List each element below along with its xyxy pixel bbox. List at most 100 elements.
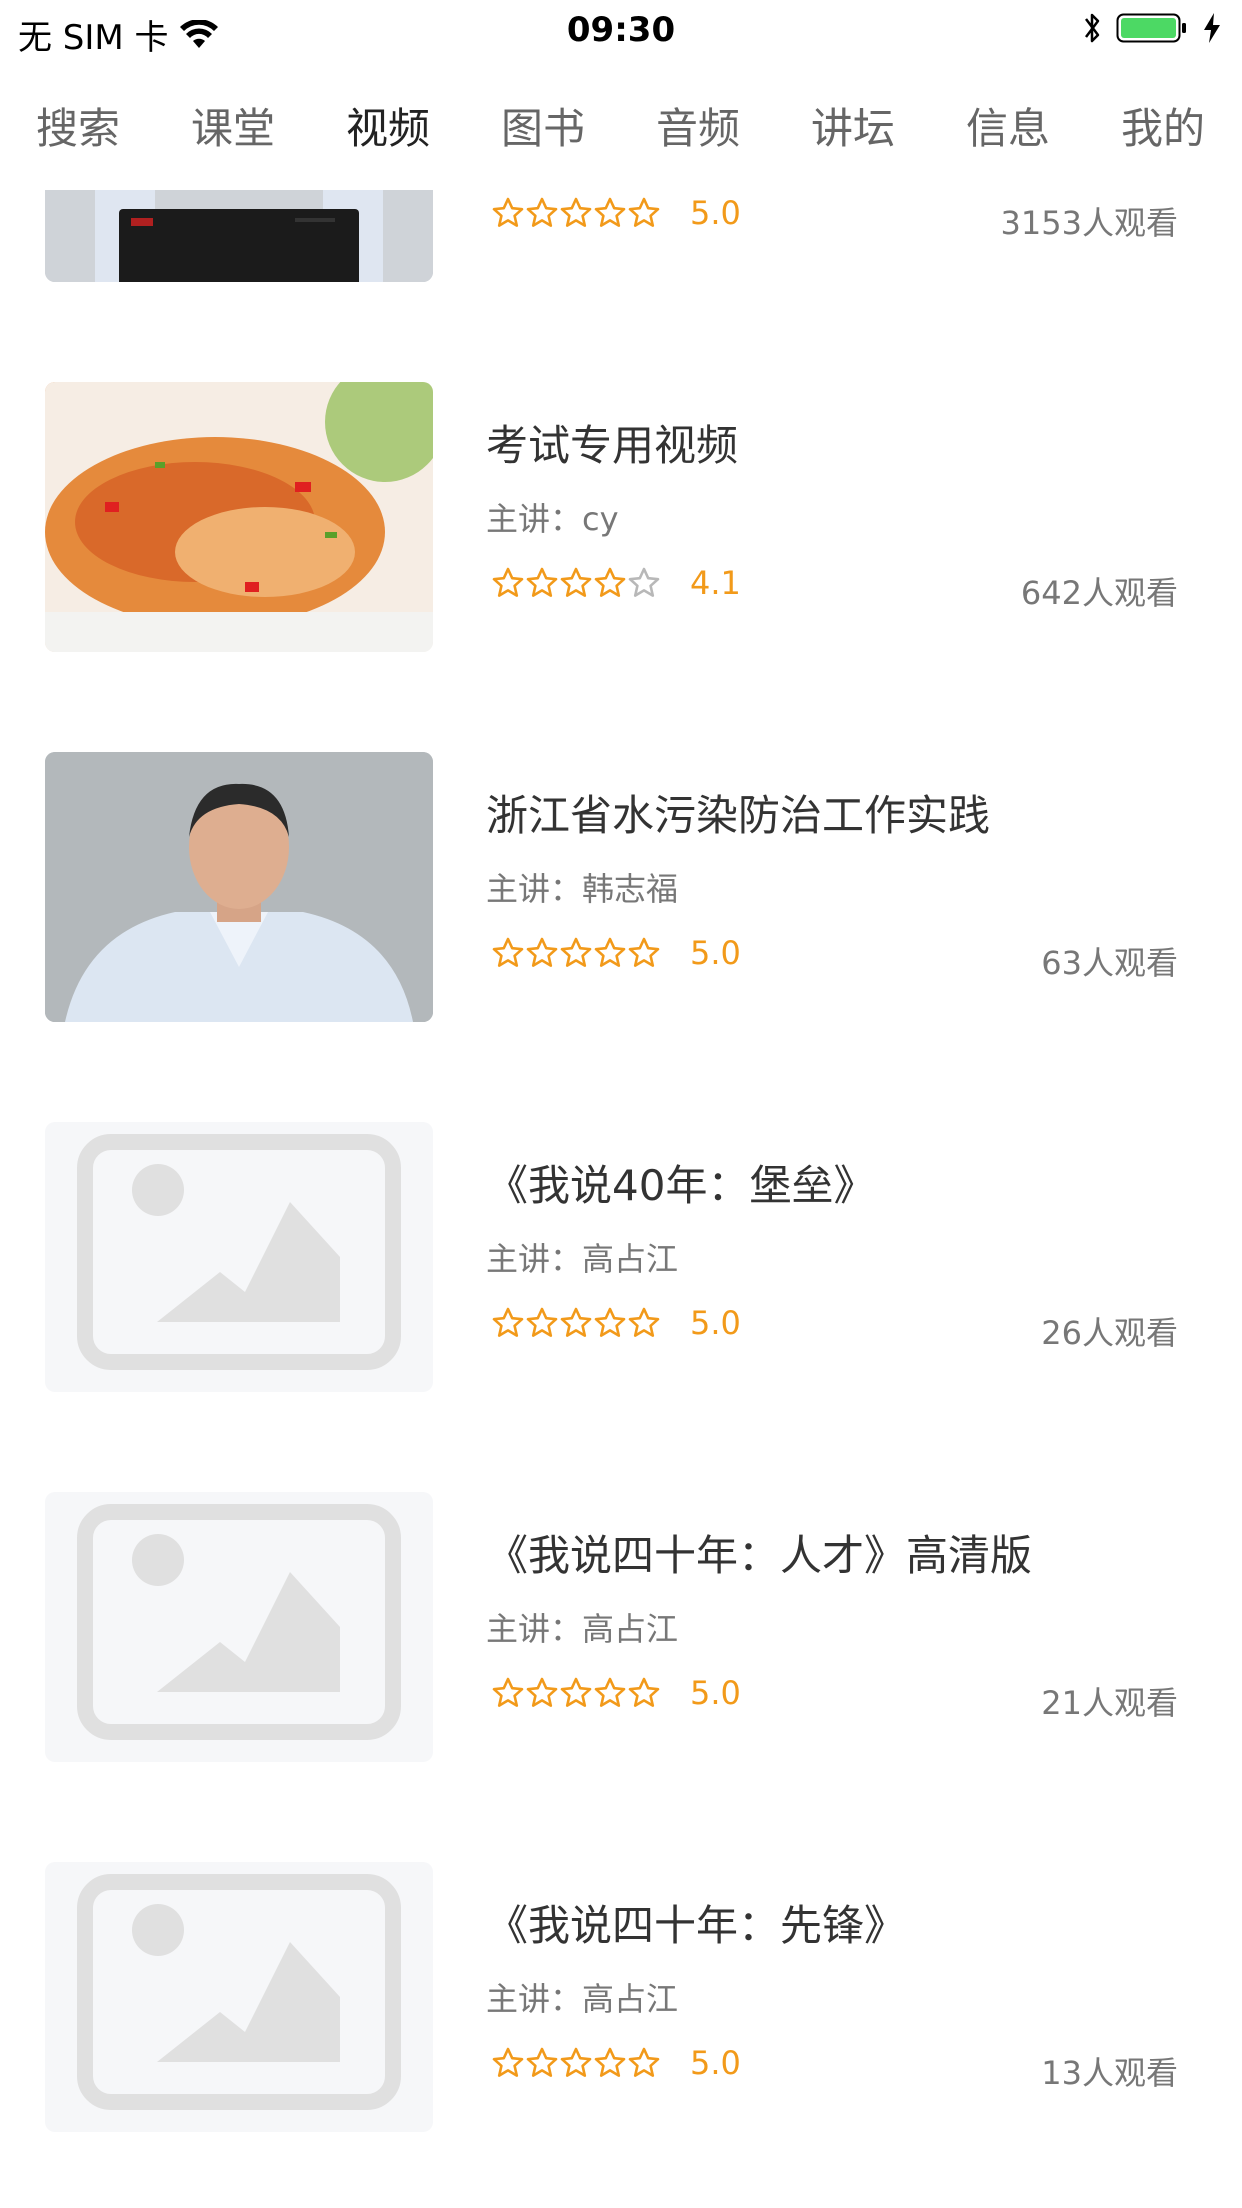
star-filled-icon: [628, 197, 660, 227]
placeholder-image-icon: [77, 1504, 401, 1740]
tab-audio[interactable]: 音频: [656, 95, 740, 156]
view-count: 21人观看: [1041, 1684, 1178, 1722]
star-filled-icon: [492, 197, 524, 227]
star-rating: [492, 1307, 660, 1339]
rating-score: 5.0: [690, 1304, 741, 1342]
video-thumbnail: [45, 190, 433, 282]
star-filled-icon: [492, 1307, 524, 1337]
video-page: 无 SIM 卡 09:30 搜索 课堂 视频 图书 音频 讲坛 信息 我的 5.…: [0, 0, 1242, 2208]
star-filled-icon: [628, 937, 660, 967]
star-filled-icon: [560, 1307, 592, 1337]
tab-mine[interactable]: 我的: [1121, 95, 1205, 156]
video-lecturer: 主讲：韩志福: [486, 870, 679, 908]
speaker-photo-image: [45, 752, 433, 1022]
video-lecturer: 主讲：高占江: [486, 1610, 679, 1648]
tab-info[interactable]: 信息: [966, 95, 1050, 156]
bluetooth-icon: [1085, 13, 1100, 43]
star-filled-icon: [594, 197, 626, 227]
video-thumbnail: [45, 382, 433, 652]
tab-classroom[interactable]: 课堂: [191, 95, 275, 156]
rating-score: 5.0: [690, 194, 741, 232]
video-list: 5.0 3153人观看 考试专用视频 主讲：cy 4.1 642人观看 浙江省水…: [0, 190, 1242, 2208]
star-filled-icon: [560, 2047, 592, 2077]
tab-forum[interactable]: 讲坛: [811, 95, 895, 156]
rating-score: 5.0: [690, 2044, 741, 2082]
video-lecturer: 主讲：cy: [486, 500, 619, 538]
star-filled-icon: [560, 937, 592, 967]
star-filled-icon: [526, 2047, 558, 2077]
star-filled-icon: [526, 1677, 558, 1707]
star-filled-icon: [492, 567, 524, 597]
video-title: 考试专用视频: [486, 421, 739, 470]
star-filled-icon: [560, 1677, 592, 1707]
video-title: 浙江省水污染防治工作实践: [486, 791, 991, 840]
category-tab-bar: 搜索 课堂 视频 图书 音频 讲坛 信息 我的: [0, 95, 1242, 155]
view-count: 3153人观看: [1000, 204, 1178, 242]
battery-icon: [1116, 13, 1186, 43]
tab-search[interactable]: 搜索: [36, 95, 120, 156]
video-title: 《我说四十年：先锋》: [486, 1901, 907, 1950]
placeholder-image-icon: [77, 1134, 401, 1370]
star-filled-icon: [526, 937, 558, 967]
star-filled-icon: [594, 1677, 626, 1707]
video-list-item[interactable]: 《我说40年：堡垒》 主讲：高占江 5.0 26人观看: [0, 1122, 1242, 1392]
lecture-laptop-image: [45, 190, 433, 282]
star-filled-icon: [560, 567, 592, 597]
star-filled-icon: [526, 197, 558, 227]
star-filled-icon: [594, 2047, 626, 2077]
view-count: 13人观看: [1041, 2054, 1178, 2092]
star-rating: [492, 937, 660, 969]
star-empty-icon: [628, 567, 660, 597]
view-count: 63人观看: [1041, 944, 1178, 982]
star-filled-icon: [492, 937, 524, 967]
rating-row: 5.0: [492, 1674, 741, 1712]
video-list-item[interactable]: 考试专用视频 主讲：cy 4.1 642人观看: [0, 382, 1242, 652]
star-rating: [492, 567, 660, 599]
placeholder-image-icon: [77, 1874, 401, 2110]
star-filled-icon: [492, 2047, 524, 2077]
video-thumbnail: [45, 1492, 433, 1762]
rating-row: 5.0: [492, 934, 741, 972]
star-filled-icon: [628, 2047, 660, 2077]
star-filled-icon: [594, 937, 626, 967]
status-bar: 无 SIM 卡 09:30: [0, 0, 1242, 60]
video-thumbnail: [45, 1122, 433, 1392]
star-filled-icon: [594, 567, 626, 597]
food-photo-image: [45, 382, 433, 652]
rating-row: 4.1: [492, 564, 741, 602]
charging-bolt-icon: [1204, 13, 1220, 43]
star-filled-icon: [628, 1677, 660, 1707]
video-lecturer: 主讲：高占江: [486, 1980, 679, 2018]
video-list-item[interactable]: 《我说四十年：先锋》 主讲：高占江 5.0 13人观看: [0, 1862, 1242, 2132]
video-title: 《我说40年：堡垒》: [486, 1161, 876, 1210]
star-filled-icon: [526, 567, 558, 597]
rating-row: 5.0: [492, 1304, 741, 1342]
rating-row: 5.0: [492, 2044, 741, 2082]
star-filled-icon: [560, 197, 592, 227]
battery-level: [1121, 18, 1176, 38]
rating-score: 5.0: [690, 934, 741, 972]
star-filled-icon: [492, 1677, 524, 1707]
rating-score: 5.0: [690, 1674, 741, 1712]
video-title: 《我说四十年：人才》高清版: [486, 1531, 1033, 1580]
star-filled-icon: [526, 1307, 558, 1337]
tab-video[interactable]: 视频: [346, 95, 430, 156]
star-filled-icon: [628, 1307, 660, 1337]
status-time: 09:30: [566, 10, 676, 50]
status-right: [1080, 10, 1224, 46]
view-count: 642人观看: [1020, 574, 1178, 612]
star-rating: [492, 2047, 660, 2079]
rating-score: 4.1: [690, 564, 741, 602]
tab-books[interactable]: 图书: [501, 95, 585, 156]
star-rating: [492, 197, 660, 229]
star-filled-icon: [594, 1307, 626, 1337]
view-count: 26人观看: [1041, 1314, 1178, 1352]
video-list-item[interactable]: 《我说四十年：人才》高清版 主讲：高占江 5.0 21人观看: [0, 1492, 1242, 1762]
video-thumbnail: [45, 1862, 433, 2132]
rating-row: 5.0: [492, 194, 741, 232]
star-rating: [492, 1677, 660, 1709]
video-thumbnail: [45, 752, 433, 1022]
video-lecturer: 主讲：高占江: [486, 1240, 679, 1278]
video-list-item[interactable]: 5.0 3153人观看: [0, 190, 1242, 282]
video-list-item[interactable]: 浙江省水污染防治工作实践 主讲：韩志福 5.0 63人观看: [0, 752, 1242, 1022]
